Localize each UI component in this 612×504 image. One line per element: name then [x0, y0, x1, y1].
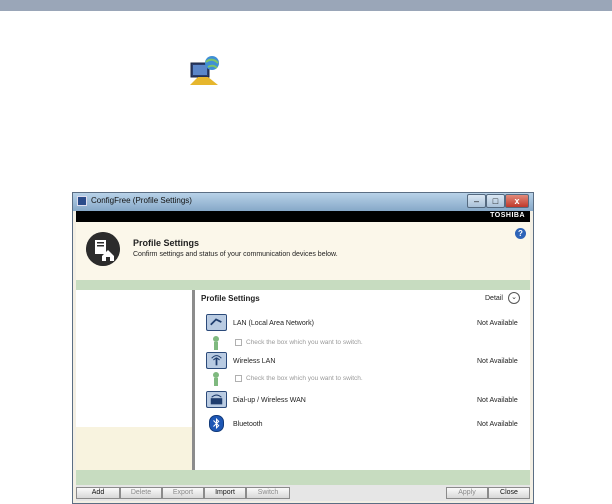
- network-computer-icon: [190, 56, 219, 85]
- profile-settings-icon: [86, 232, 120, 266]
- bluetooth-icon: [209, 415, 224, 432]
- wireless-lan-icon: [206, 352, 227, 369]
- brand-bar: TOSHIBA: [76, 211, 530, 222]
- brand-logo: TOSHIBA: [490, 212, 525, 219]
- document-top-bar: [0, 0, 612, 11]
- delete-button[interactable]: Delete: [120, 487, 162, 499]
- window-title: ConfigFree (Profile Settings): [91, 196, 192, 205]
- device-name-bluetooth: Bluetooth: [233, 421, 263, 428]
- switch-button[interactable]: Switch: [246, 487, 290, 499]
- minimize-button[interactable]: –: [467, 194, 486, 208]
- lan-icon: [206, 314, 227, 331]
- switch-hint-1: Check the box which you want to switch.: [246, 339, 363, 346]
- close-button[interactable]: Close: [488, 487, 530, 499]
- button-bar: Add Delete Export Import Switch Apply Cl…: [76, 485, 530, 501]
- detail-label: Detail: [485, 295, 503, 302]
- switch-indicator-icon: [213, 336, 219, 350]
- export-button[interactable]: Export: [162, 487, 204, 499]
- maximize-button[interactable]: □: [486, 194, 505, 208]
- help-icon[interactable]: ?: [515, 228, 526, 239]
- device-name-dialup: Dial-up / Wireless WAN: [233, 397, 306, 404]
- dialup-icon: [206, 391, 227, 408]
- profile-list-footer: [76, 427, 192, 470]
- header-title: Profile Settings: [133, 238, 200, 248]
- app-icon: [77, 196, 87, 206]
- import-button[interactable]: Import: [204, 487, 246, 499]
- device-status-lan: Not Available: [477, 320, 518, 327]
- close-window-button[interactable]: x: [505, 194, 529, 208]
- add-button[interactable]: Add: [76, 487, 120, 499]
- profile-settings-panel: Profile Settings Detail ⌄ LAN (Local Are…: [195, 290, 530, 470]
- device-name-wireless-lan: Wireless LAN: [233, 358, 276, 365]
- title-bar[interactable]: ConfigFree (Profile Settings) – □ x: [73, 193, 533, 211]
- device-status-bluetooth: Not Available: [477, 421, 518, 428]
- header-panel: Profile Settings Confirm settings and st…: [76, 222, 530, 280]
- device-status-wireless-lan: Not Available: [477, 358, 518, 365]
- device-status-dialup: Not Available: [477, 397, 518, 404]
- panel-title: Profile Settings: [201, 294, 260, 303]
- device-name-lan: LAN (Local Area Network): [233, 320, 314, 327]
- switch-indicator-icon: [213, 372, 219, 386]
- detail-toggle-button[interactable]: ⌄: [508, 292, 520, 304]
- header-subtitle: Confirm settings and status of your comm…: [133, 251, 338, 258]
- switch-hint-2: Check the box which you want to switch.: [246, 375, 363, 382]
- footer-divider-band: [76, 470, 530, 485]
- switch-checkbox-2[interactable]: [235, 375, 242, 382]
- switch-checkbox-1[interactable]: [235, 339, 242, 346]
- configfree-window: ConfigFree (Profile Settings) – □ x TOSH…: [72, 192, 534, 504]
- apply-button[interactable]: Apply: [446, 487, 488, 499]
- header-divider-band: [76, 280, 530, 290]
